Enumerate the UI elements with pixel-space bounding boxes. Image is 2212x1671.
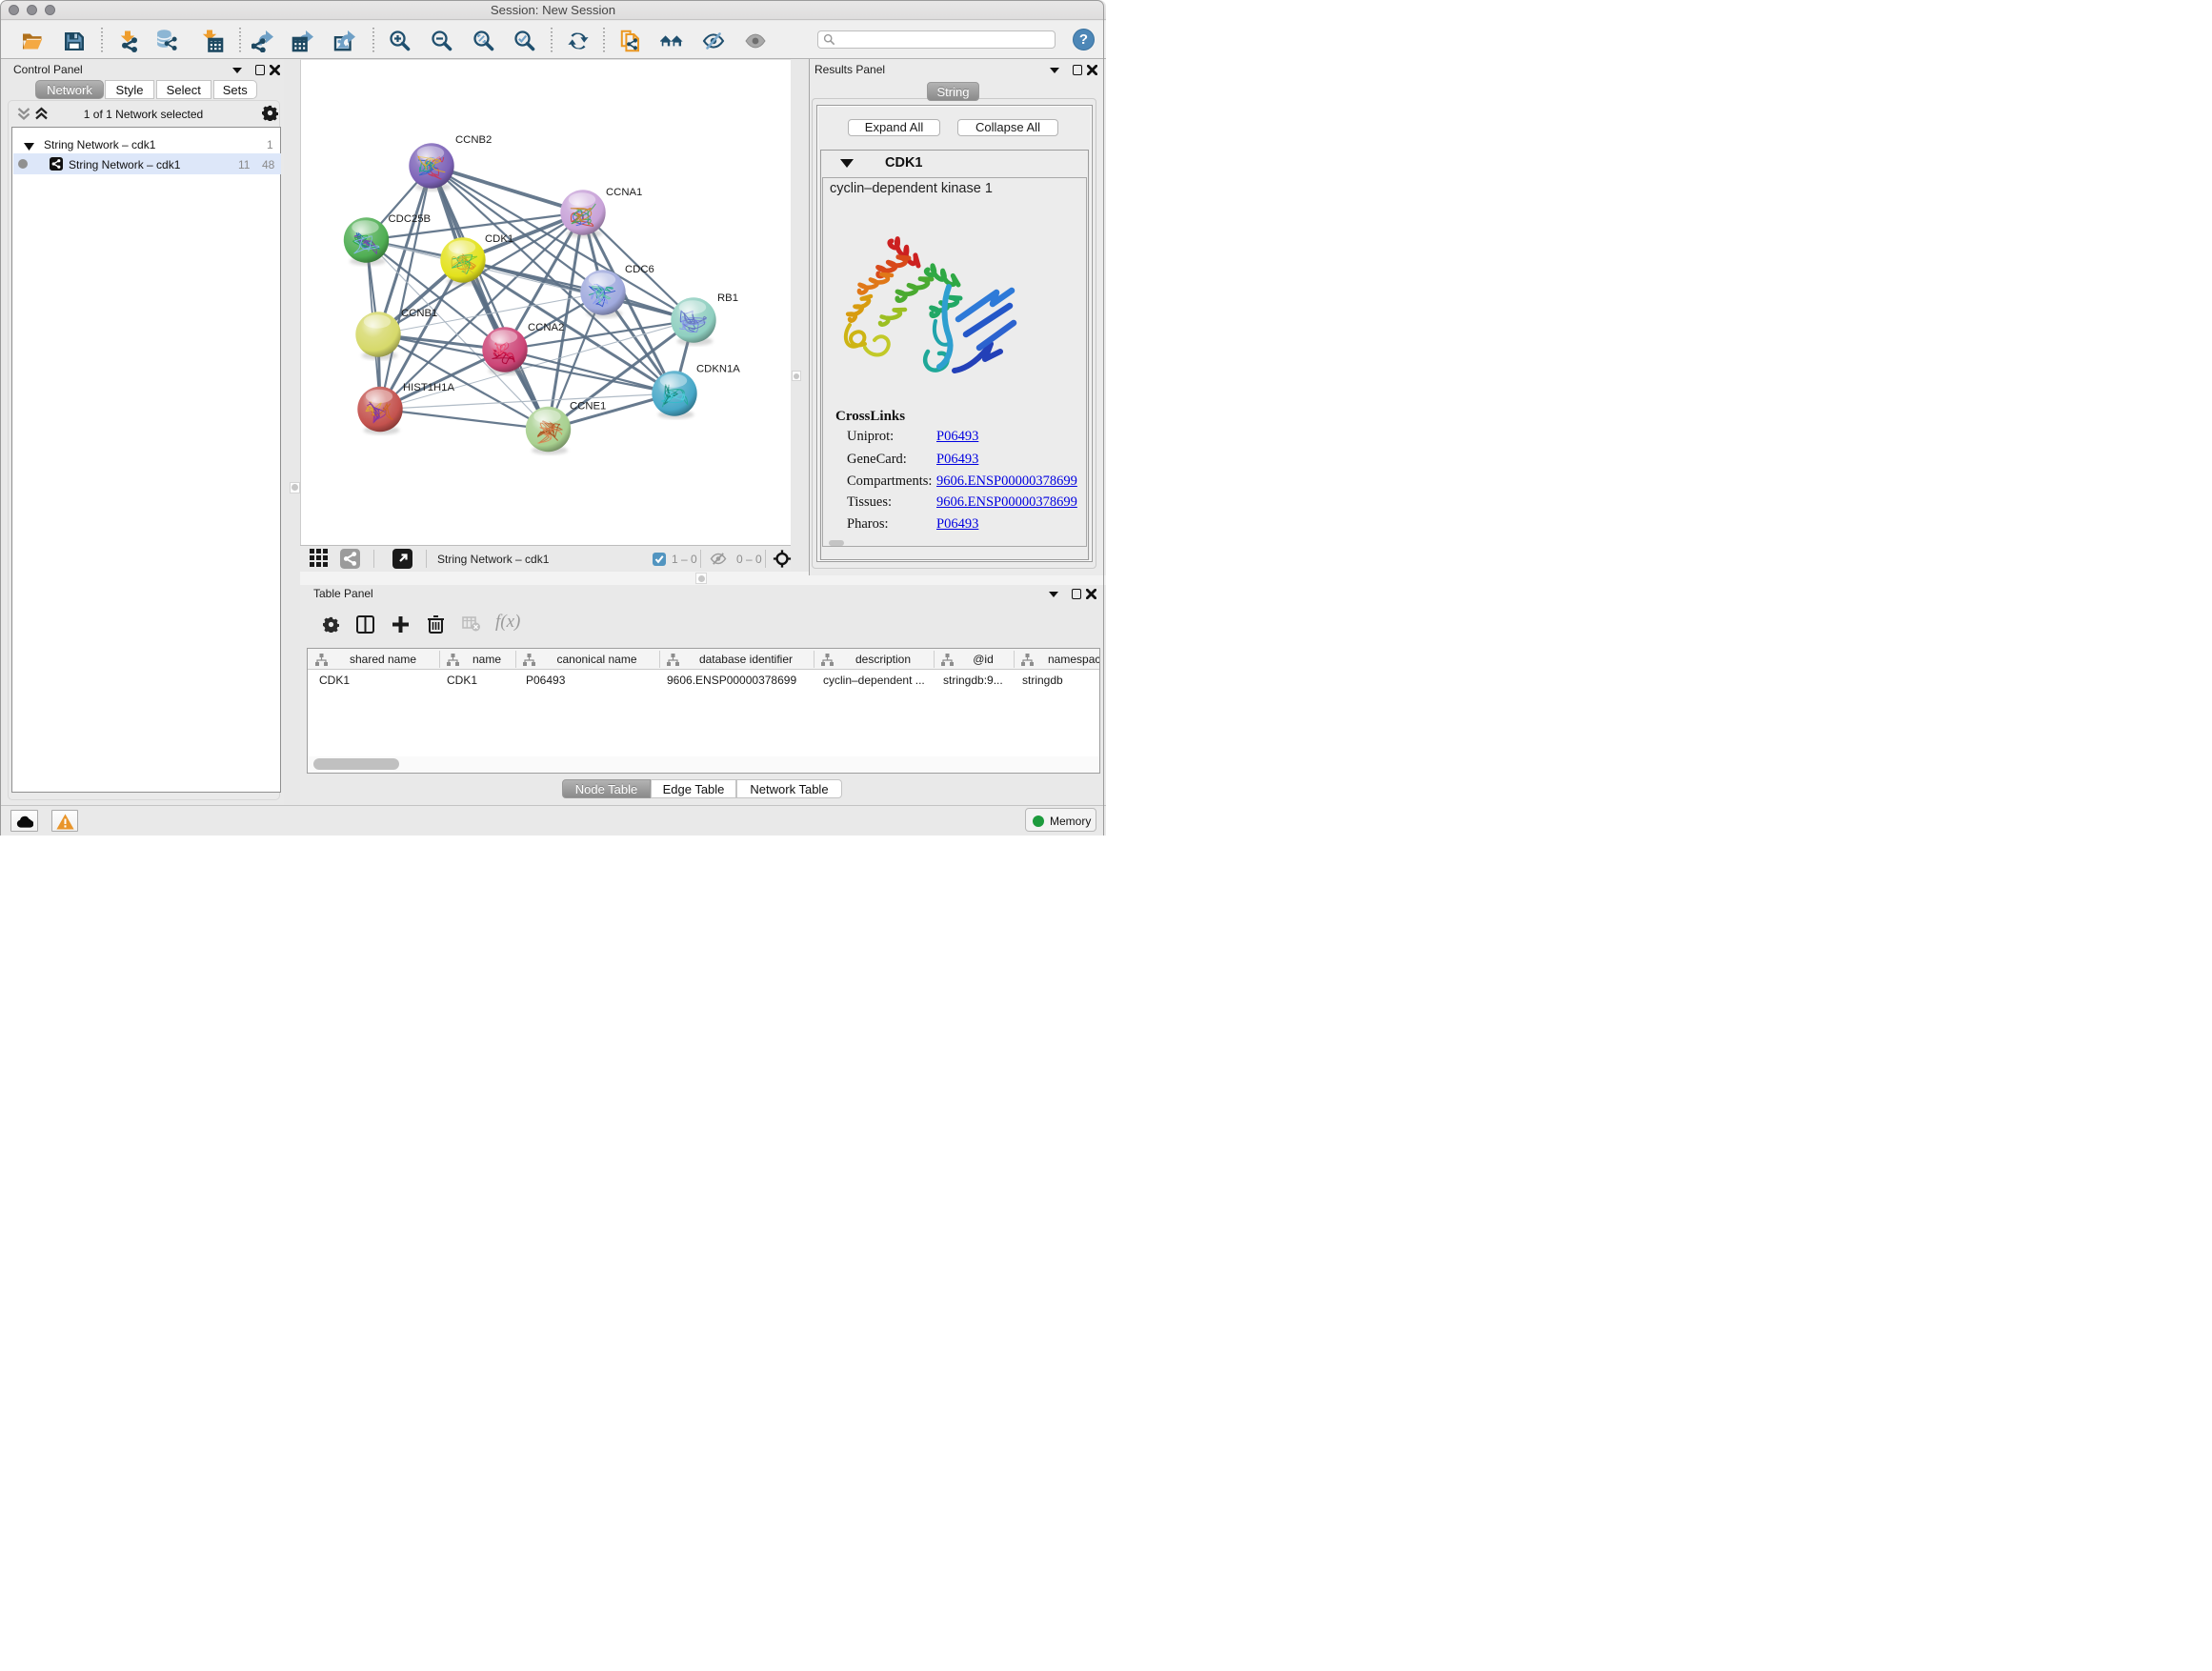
- svg-text:CDC6: CDC6: [625, 264, 654, 275]
- svg-text:RB1: RB1: [717, 292, 738, 304]
- svg-text:CCNB1: CCNB1: [401, 308, 437, 319]
- svg-text:CDC25B: CDC25B: [389, 213, 432, 225]
- svg-text:CDK1: CDK1: [485, 233, 513, 245]
- svg-text:CCNA1: CCNA1: [606, 187, 642, 198]
- svg-text:CCNA2: CCNA2: [528, 322, 564, 333]
- svg-text:HIST1H1A: HIST1H1A: [403, 382, 454, 393]
- svg-text:CCNB2: CCNB2: [455, 134, 492, 146]
- svg-text:CCNE1: CCNE1: [570, 401, 606, 413]
- svg-text:CDKN1A: CDKN1A: [696, 364, 740, 375]
